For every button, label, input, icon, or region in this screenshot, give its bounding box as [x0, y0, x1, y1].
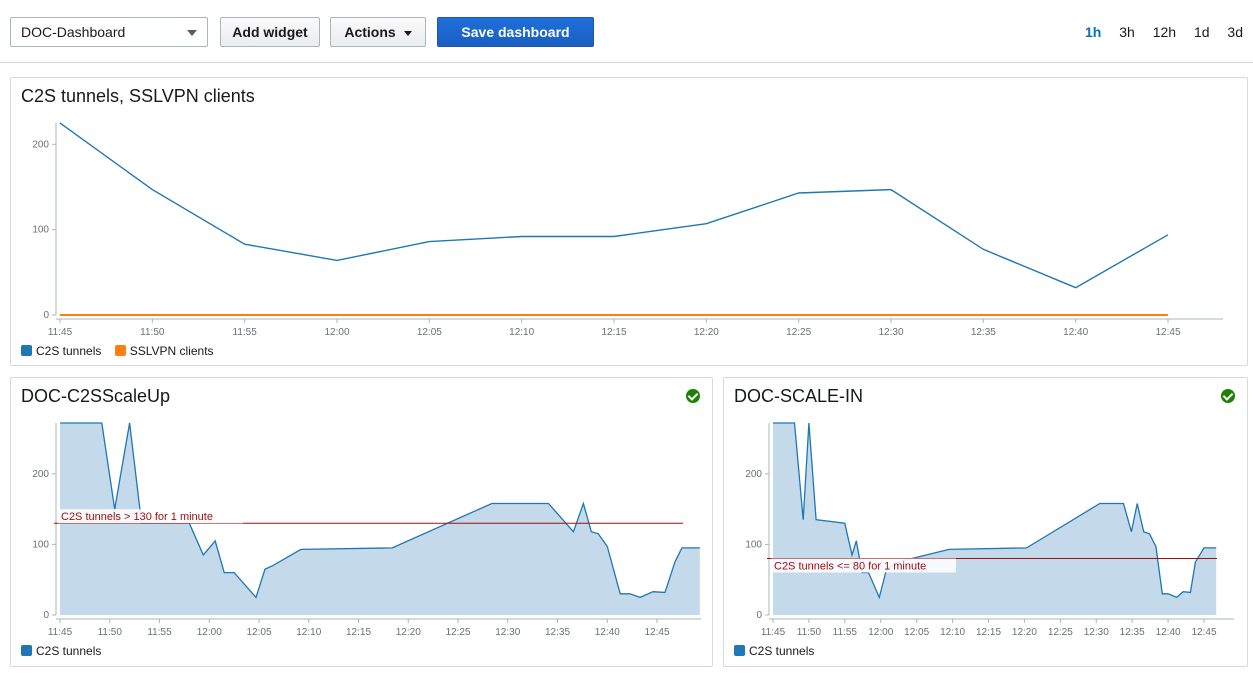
- legend-label: SSLVPN clients: [129, 344, 214, 358]
- actions-label: Actions: [344, 24, 396, 40]
- x-tick-label: 12:10: [296, 627, 321, 638]
- x-tick-label: 12:05: [417, 327, 442, 338]
- legend-item-c2s[interactable]: C2S tunnels: [734, 644, 814, 658]
- x-tick-label: 11:50: [140, 327, 165, 338]
- x-tick-label: 12:25: [445, 627, 470, 638]
- x-tick-label: 12:30: [1084, 627, 1109, 638]
- legend-swatch: [114, 345, 126, 356]
- x-tick-label: 12:00: [197, 627, 222, 638]
- time-range-selector: 1h 3h 12h 1d 3d: [1071, 24, 1243, 40]
- y-tick-label: 100: [32, 225, 49, 236]
- save-dashboard-button[interactable]: Save dashboard: [437, 17, 594, 47]
- y-tick-label: 0: [43, 610, 49, 621]
- widget-scaleup-alarm[interactable]: DOC-C2SScaleUp 0 100 200 11:45 11:50 11:55 12:…: [10, 377, 713, 667]
- x-tick-label: 12:00: [868, 627, 893, 638]
- x-tick-label: 12:45: [1191, 627, 1216, 638]
- chart-legend: C2S tunnels: [734, 644, 824, 658]
- x-tick-label: 12:05: [246, 627, 271, 638]
- dashboard-select-value: DOC-Dashboard: [21, 24, 126, 40]
- x-tick-label: 12:40: [1156, 627, 1181, 638]
- status-ok-icon: [1221, 389, 1235, 403]
- x-tick-label: 12:40: [1063, 327, 1088, 338]
- widget-title: DOC-C2SScaleUp: [21, 386, 171, 406]
- series-area: [773, 423, 1217, 615]
- add-widget-button[interactable]: Add widget: [220, 17, 320, 47]
- x-tick-label: 12:40: [595, 627, 620, 638]
- legend-label: C2S tunnels: [36, 644, 102, 658]
- x-tick-label: 12:10: [509, 327, 534, 338]
- x-tick-label: 12:15: [976, 627, 1001, 638]
- y-tick-label: 200: [32, 139, 49, 150]
- dashboard-toolbar: DOC-Dashboard Add widget Actions Save da…: [0, 0, 1253, 63]
- chart-legend: C2S tunnels: [21, 644, 111, 658]
- x-tick-label: 11:45: [48, 627, 73, 638]
- range-3h[interactable]: 3h: [1119, 24, 1135, 40]
- x-tick-label: 12:30: [495, 627, 520, 638]
- x-tick-label: 12:00: [324, 327, 349, 338]
- widget-scalein-alarm[interactable]: DOC-SCALE-IN 0 100 200 11:45 11:50 11:55 12:00…: [723, 377, 1248, 667]
- legend-swatch: [734, 645, 745, 656]
- dashboard-select[interactable]: DOC-Dashboard: [10, 17, 208, 47]
- x-tick-label: 11:45: [48, 327, 73, 338]
- x-tick-label: 12:20: [694, 327, 719, 338]
- alarm-chart: 0 100 200 11:45 11:50 11:55 12:00 12:05 12:10 12:…: [745, 422, 1234, 638]
- widget-main[interactable]: C2S tunnels, SSLVPN clients 0 100 200 11:45…: [10, 77, 1248, 366]
- legend-label: C2S tunnels: [36, 344, 102, 358]
- x-tick-label: 11:50: [98, 627, 123, 638]
- status-ok-icon: [686, 389, 700, 403]
- legend-label: C2S tunnels: [749, 644, 815, 658]
- x-tick-label: 12:25: [786, 327, 811, 338]
- line-chart: 0 100 200 11:45 11:50 11:55 12:00 12:05 12:10 12:…: [32, 122, 1223, 338]
- x-tick-label: 11:45: [761, 627, 786, 638]
- y-tick-label: 200: [32, 469, 49, 480]
- x-tick-label: 12:15: [601, 327, 626, 338]
- x-tick-label: 12:45: [644, 627, 669, 638]
- x-tick-label: 12:05: [904, 627, 929, 638]
- y-tick-label: 0: [43, 310, 49, 321]
- x-tick-label: 11:55: [147, 627, 172, 638]
- chart-legend: C2S tunnels SSLVPN clients: [21, 344, 224, 358]
- y-tick-label: 200: [745, 469, 762, 480]
- x-tick-label: 12:35: [971, 327, 996, 338]
- legend-swatch: [21, 345, 32, 356]
- y-tick-label: 100: [32, 539, 49, 550]
- widget-title: DOC-SCALE-IN: [734, 386, 864, 406]
- range-1d[interactable]: 1d: [1194, 24, 1210, 40]
- widget-title: C2S tunnels, SSLVPN clients: [21, 86, 255, 106]
- x-tick-label: 12:35: [545, 627, 570, 638]
- actions-button[interactable]: Actions: [330, 17, 426, 47]
- x-tick-label: 11:55: [233, 327, 258, 338]
- x-tick-label: 12:10: [940, 627, 965, 638]
- x-tick-label: 11:50: [797, 627, 822, 638]
- range-1h[interactable]: 1h: [1085, 24, 1101, 40]
- legend-item-sslvpn[interactable]: SSLVPN clients: [114, 344, 214, 358]
- x-tick-label: 12:25: [1048, 627, 1073, 638]
- x-tick-label: 12:20: [396, 627, 421, 638]
- legend-item-c2s[interactable]: C2S tunnels: [21, 644, 101, 658]
- alarm-chart: 0 100 200 11:45 11:50 11:55 12:00 12:05 12:10 12:…: [32, 422, 701, 638]
- range-12h[interactable]: 12h: [1153, 24, 1176, 40]
- x-tick-label: 12:15: [346, 627, 371, 638]
- y-tick-label: 0: [756, 610, 762, 621]
- threshold-label: C2S tunnels > 130 for 1 minute: [61, 511, 213, 523]
- series-line-c2s: [59, 122, 1169, 289]
- legend-swatch: [21, 645, 32, 656]
- x-tick-label: 12:30: [878, 327, 903, 338]
- range-3d[interactable]: 3d: [1227, 24, 1243, 40]
- legend-item-c2s[interactable]: C2S tunnels: [21, 344, 101, 358]
- y-tick-label: 100: [745, 539, 762, 550]
- x-tick-label: 12:45: [1155, 327, 1180, 338]
- caret-down-icon: [187, 30, 197, 36]
- x-tick-label: 11:55: [833, 627, 858, 638]
- caret-down-icon: [403, 30, 412, 36]
- x-tick-label: 12:20: [1012, 627, 1037, 638]
- x-tick-label: 12:35: [1120, 627, 1145, 638]
- threshold-label: C2S tunnels <= 80 for 1 minute: [774, 561, 926, 573]
